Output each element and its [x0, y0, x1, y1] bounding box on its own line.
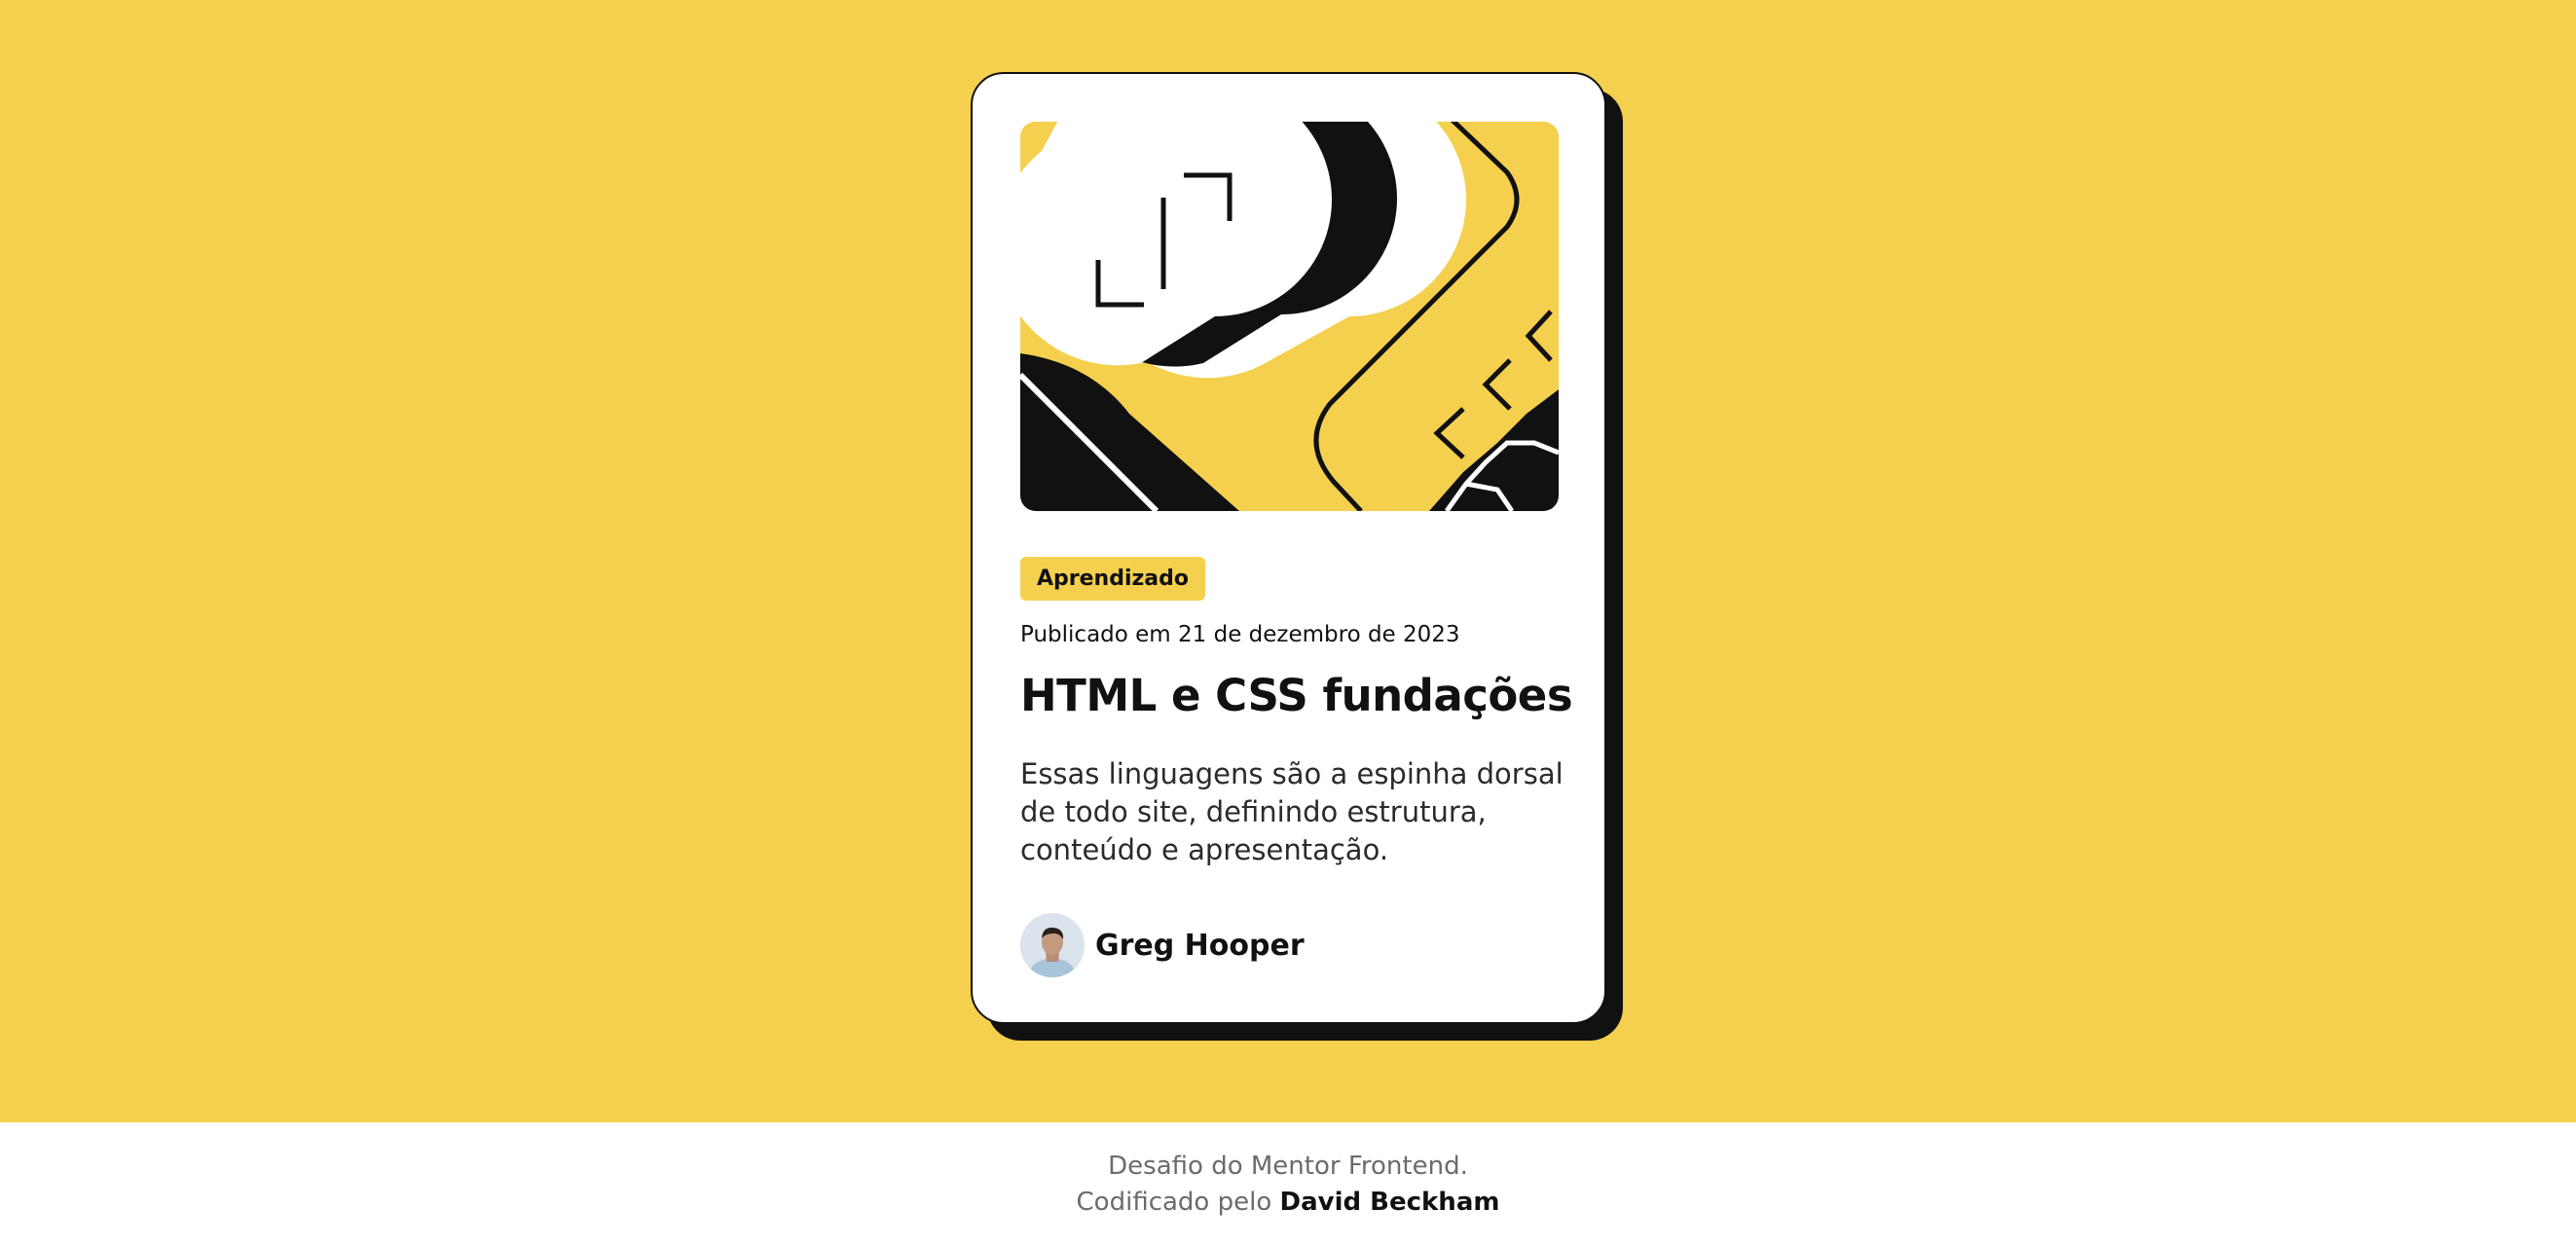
author-info: Greg Hooper [1020, 913, 1305, 977]
page-background: Aprendizado Publicado em 21 de dezembro … [0, 0, 2576, 1122]
published-date: Publicado em 21 de dezembro de 2023 [1020, 622, 1460, 647]
avatar [1020, 913, 1085, 977]
blog-preview-card: Aprendizado Publicado em 21 de dezembro … [971, 72, 1606, 1024]
category-tag: Aprendizado [1020, 557, 1205, 601]
attribution-challenge-text: Desafio do Mentor Frontend. [1108, 1152, 1468, 1181]
attribution-prefix: Codificado pelo [1076, 1188, 1272, 1217]
avatar-portrait-icon [1020, 913, 1085, 977]
card-description: Essas linguagens são a espinha dorsal de… [1020, 757, 1564, 866]
attribution-author-link[interactable]: David Beckham [1280, 1188, 1500, 1217]
illustration-article-icon [1020, 122, 1559, 511]
attribution: Desafio do Mentor Frontend. Codificado p… [0, 1149, 2576, 1221]
attribution-coded-by: Codificado pelo David Beckham [0, 1185, 2576, 1221]
author-name: Greg Hooper [1095, 928, 1305, 963]
card-title[interactable]: HTML e CSS fundações [1020, 670, 1573, 721]
